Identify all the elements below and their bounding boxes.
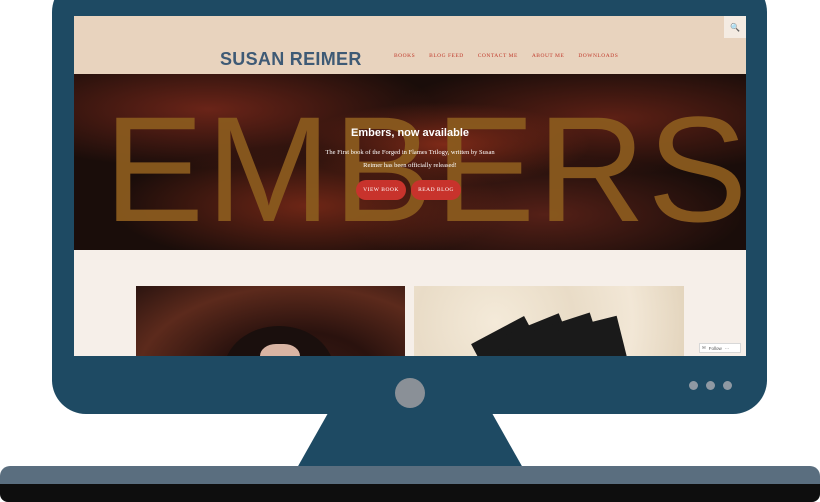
power-button[interactable] (395, 378, 425, 408)
more-icon[interactable]: ··· (725, 346, 730, 351)
author-photo-card[interactable] (136, 286, 405, 356)
nav-item-blog-feed[interactable]: BLOG FEED (429, 53, 464, 59)
nav-item-about-me[interactable]: ABOUT ME (532, 53, 564, 59)
monitor-stand-shadow (0, 484, 820, 502)
search-icon[interactable]: 🔍 (724, 16, 746, 38)
indicator-light (706, 381, 715, 390)
monitor-stand-base (0, 466, 820, 486)
indicator-light (723, 381, 732, 390)
read-blog-button[interactable]: READ BLOG (411, 180, 461, 200)
follow-icon: ✉ (702, 345, 706, 350)
follow-widget[interactable]: ✉ Follow ··· (699, 343, 741, 353)
follow-label: Follow (708, 345, 722, 351)
browser-screen: 🔍 SUSAN REIMER BOOKS BLOG FEED CONTACT M… (74, 16, 746, 356)
site-header: 🔍 SUSAN REIMER BOOKS BLOG FEED CONTACT M… (74, 16, 746, 74)
monitor-stand-neck (297, 412, 523, 468)
book-photo-card[interactable] (414, 286, 684, 356)
hero-title: Embers, now available (351, 127, 469, 139)
view-book-button[interactable]: VIEW BOOK (356, 180, 406, 200)
nav-item-downloads[interactable]: DOWNLOADS (578, 53, 618, 59)
main-nav: BOOKS BLOG FEED CONTACT ME ABOUT ME DOWN… (394, 53, 618, 59)
hero-description: The First book of the Forged in Flames T… (325, 149, 495, 169)
indicator-light (689, 381, 698, 390)
nav-item-books[interactable]: BOOKS (394, 53, 415, 59)
nav-item-contact-me[interactable]: CONTACT ME (478, 53, 518, 59)
hero-banner: EMBERS Embers, now available The First b… (74, 74, 746, 250)
site-title[interactable]: SUSAN REIMER (220, 49, 362, 70)
author-face (260, 344, 300, 356)
